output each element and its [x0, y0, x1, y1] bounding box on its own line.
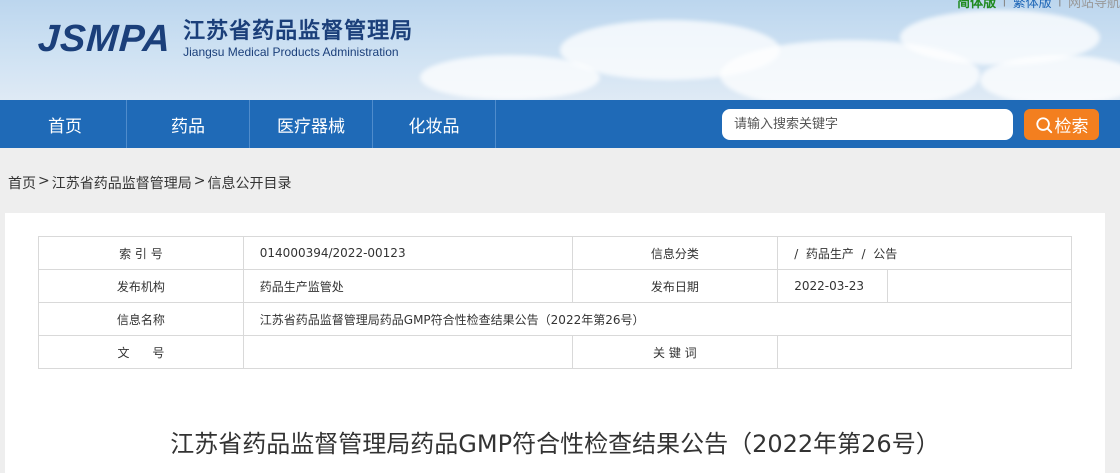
- breadcrumb-separator: >: [193, 173, 206, 189]
- publish-date-label: 发布日期: [571, 269, 779, 303]
- table-row: 文 号 关 键 词: [38, 335, 1072, 369]
- divider: |: [1002, 0, 1006, 11]
- breadcrumb-current[interactable]: 信息公开目录: [207, 173, 291, 193]
- divider: |: [1058, 0, 1062, 11]
- site-header: JSMPA 江苏省药品监督管理局 Jiangsu Medical Product…: [0, 0, 1120, 100]
- nav-item-drugs[interactable]: 药品: [127, 100, 250, 148]
- simplified-link[interactable]: 简体版: [957, 0, 996, 11]
- publisher-value: 药品生产监管处: [242, 269, 573, 303]
- document-number-value: [242, 335, 573, 369]
- nav-item-home[interactable]: 首页: [4, 100, 127, 148]
- logo-english-name: Jiangsu Medical Products Administration: [183, 45, 399, 59]
- site-nav-link[interactable]: 网站导航: [1068, 0, 1120, 11]
- breadcrumb-separator: >: [38, 173, 50, 189]
- site-logo[interactable]: JSMPA 江苏省药品监督管理局 Jiangsu Medical Product…: [36, 16, 414, 62]
- nav-item-cosmetics[interactable]: 化妆品: [373, 100, 496, 148]
- search-icon: [1035, 116, 1052, 133]
- breadcrumb-agency[interactable]: 江苏省药品监督管理局: [52, 173, 192, 193]
- search-button-label: 检索: [1054, 117, 1089, 137]
- document-number-label: 文 号: [38, 335, 244, 369]
- table-row: 发布机构 药品生产监管处 发布日期 2022-03-23: [38, 269, 1072, 303]
- search-button[interactable]: 检索: [1024, 109, 1099, 140]
- category-label: 信息分类: [571, 236, 779, 270]
- table-row: 信息名称 江苏省药品监督管理局药品GMP符合性检查结果公告（2022年第26号）: [38, 302, 1073, 336]
- nav-item-medical-devices[interactable]: 医疗器械: [250, 100, 373, 148]
- logo-mark: JSMPA: [36, 17, 173, 60]
- info-name-value: 江苏省药品监督管理局药品GMP符合性检查结果公告（2022年第26号）: [242, 302, 1073, 336]
- keywords-value: [777, 335, 1072, 369]
- breadcrumb-home[interactable]: 首页: [8, 173, 36, 193]
- publisher-label: 发布机构: [38, 269, 244, 303]
- breadcrumb: 首页 > 江苏省药品监督管理局 > 信息公开目录: [8, 173, 291, 193]
- info-metadata-table: 索 引 号 014000394/2022-00123 信息分类 / 药品生产 /…: [38, 236, 1073, 369]
- keywords-label: 关 键 词: [571, 335, 779, 369]
- traditional-link[interactable]: 繁体版: [1013, 0, 1052, 11]
- table-row: 索 引 号 014000394/2022-00123 信息分类 / 药品生产 /…: [38, 236, 1072, 270]
- article-title: 江苏省药品监督管理局药品GMP符合性检查结果公告（2022年第26号）: [170, 430, 940, 458]
- publish-date-value: 2022-03-23: [777, 269, 889, 303]
- top-links: 简体版 | 繁体版 | 网站导航: [957, 0, 1120, 11]
- empty-cell: [887, 269, 1072, 303]
- category-value: / 药品生产 / 公告: [777, 236, 1072, 270]
- index-number-value: 014000394/2022-00123: [242, 236, 573, 270]
- index-number-label: 索 引 号: [38, 236, 244, 270]
- search-input[interactable]: [722, 109, 1013, 140]
- info-name-label: 信息名称: [38, 302, 244, 336]
- logo-chinese-name: 江苏省药品监督管理局: [183, 19, 414, 44]
